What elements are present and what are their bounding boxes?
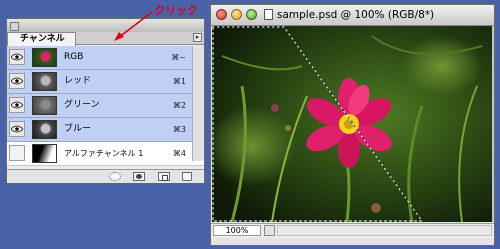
- channel-shortcut: ⌘3: [172, 125, 186, 134]
- channel-thumbnail: [32, 120, 57, 139]
- channel-name: ブルー: [64, 124, 92, 134]
- channel-row-rgb[interactable]: RGB ⌘~: [7, 46, 204, 70]
- channel-shortcut: ⌘~: [171, 53, 186, 62]
- channel-thumbnail: [32, 48, 57, 67]
- visibility-toggle[interactable]: [9, 73, 25, 89]
- channel-name: RGB: [64, 52, 84, 62]
- visibility-toggle[interactable]: [9, 49, 25, 65]
- horizontal-scrollbar[interactable]: [277, 225, 492, 236]
- vertical-scroll-edge[interactable]: [492, 26, 494, 222]
- channel-row-red[interactable]: レッド ⌘1: [7, 70, 204, 94]
- palette-close-button[interactable]: [10, 22, 19, 31]
- document-titlebar[interactable]: sample.psd @ 100% (RGB/8*): [211, 5, 494, 26]
- channel-thumbnail: [32, 72, 57, 91]
- channel-row-blue[interactable]: ブルー ⌘3: [7, 118, 204, 142]
- channel-name: アルファチャンネル 1: [64, 149, 144, 158]
- zoom-field[interactable]: 100%: [213, 225, 261, 236]
- document-status-bar: 100%: [211, 223, 494, 238]
- eye-icon: [11, 53, 23, 61]
- channel-shortcut: ⌘4: [172, 149, 186, 158]
- eye-icon: [11, 77, 23, 85]
- close-button[interactable]: [216, 9, 227, 20]
- image-canvas[interactable]: [212, 26, 493, 222]
- eye-icon: [11, 125, 23, 133]
- visibility-toggle[interactable]: [9, 97, 25, 113]
- palette-titlebar[interactable]: [7, 19, 204, 33]
- document-proxy-icon[interactable]: [264, 9, 273, 20]
- tab-channels[interactable]: チャンネル: [7, 32, 76, 46]
- photo-flower: [212, 26, 493, 222]
- channel-thumbnail: [32, 144, 57, 163]
- zoom-button[interactable]: [246, 9, 257, 20]
- palette-bottom-bar: [7, 169, 204, 183]
- channel-name: グリーン: [64, 100, 100, 110]
- channel-shortcut: ⌘2: [172, 101, 186, 110]
- channel-row-green[interactable]: グリーン ⌘2: [7, 94, 204, 118]
- channel-shortcut: ⌘1: [172, 77, 186, 86]
- visibility-toggle[interactable]: [9, 121, 25, 137]
- channel-list: RGB ⌘~ レッド ⌘1 グリーン ⌘2 ブルー ⌘3 アルファチャンネル 1…: [7, 46, 204, 166]
- save-selection-icon[interactable]: [133, 172, 145, 181]
- annotation-label: クリック: [154, 4, 198, 17]
- visibility-toggle[interactable]: [9, 145, 25, 161]
- minimize-button[interactable]: [231, 9, 242, 20]
- channels-palette: チャンネル ▸ RGB ⌘~ レッド ⌘1 グリーン ⌘2 ブルー ⌘3 アルフ…: [6, 18, 205, 183]
- new-channel-icon[interactable]: [158, 172, 170, 181]
- channel-row-alpha[interactable]: アルファチャンネル 1 ⌘4: [7, 142, 204, 166]
- palette-scrollbar[interactable]: [192, 46, 204, 161]
- channel-thumbnail: [32, 96, 57, 115]
- load-selection-icon[interactable]: [109, 172, 121, 181]
- channel-name: レッド: [64, 76, 92, 86]
- document-title: sample.psd @ 100% (RGB/8*): [277, 9, 435, 21]
- eye-icon: [11, 101, 23, 109]
- document-window: sample.psd @ 100% (RGB/8*) 100%: [210, 4, 495, 246]
- palette-menu-button[interactable]: ▸: [193, 33, 202, 42]
- trash-icon[interactable]: [182, 172, 192, 181]
- status-menu-button[interactable]: [264, 225, 275, 236]
